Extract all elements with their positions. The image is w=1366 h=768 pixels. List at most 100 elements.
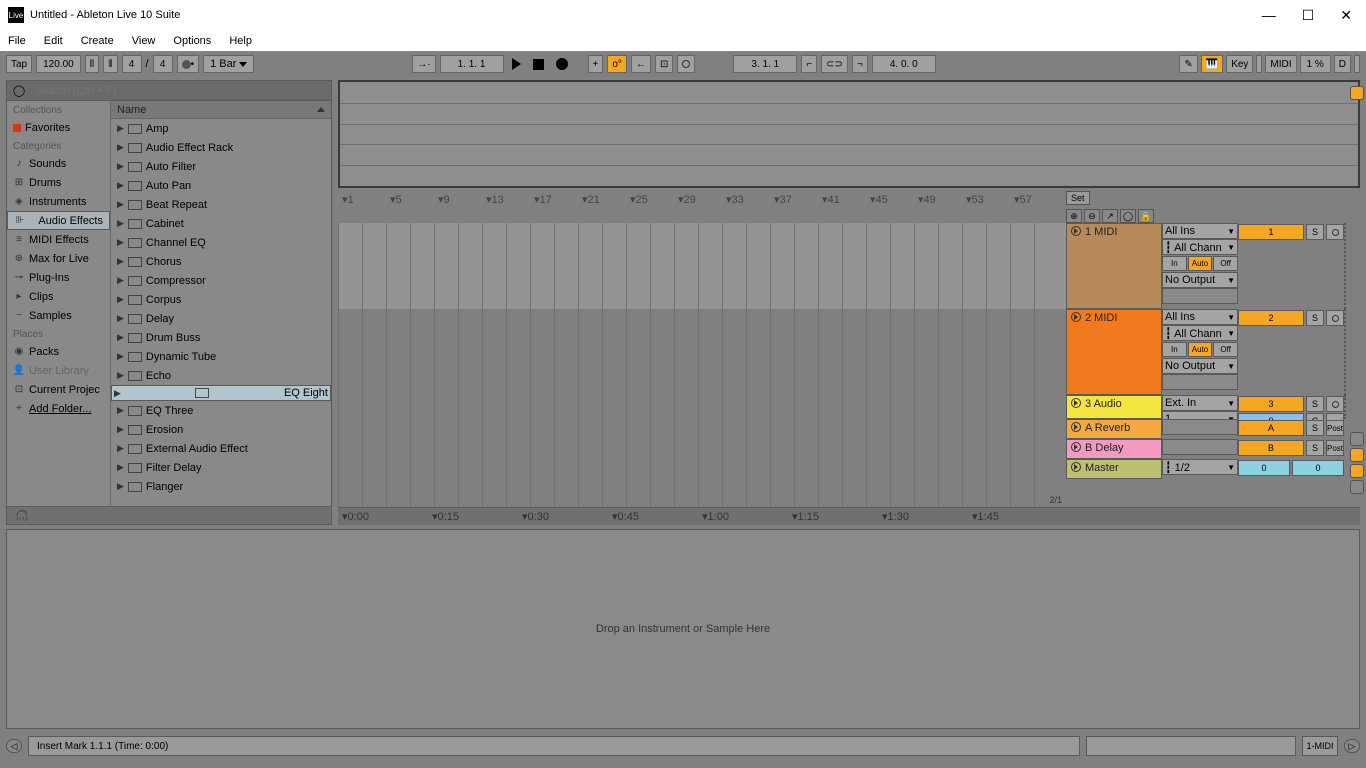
device-row[interactable]: ▶Delay xyxy=(111,309,331,328)
return-solo[interactable]: S xyxy=(1306,440,1324,456)
sidebar-category-plug-ins[interactable]: ⊸Plug-Ins xyxy=(7,268,110,287)
sidebar-category-samples[interactable]: ~Samples xyxy=(7,306,110,325)
sidebar-category-sounds[interactable]: ♪Sounds xyxy=(7,154,110,173)
sidebar-category-midi-effects[interactable]: ≡MIDI Effects xyxy=(7,230,110,249)
record-button[interactable] xyxy=(552,55,572,73)
menu-help[interactable]: Help xyxy=(229,35,252,47)
draw-mode-button[interactable]: ✎ xyxy=(1179,55,1197,73)
device-drop-area[interactable]: Drop an Instrument or Sample Here xyxy=(6,529,1360,729)
track-activator[interactable]: 2 xyxy=(1238,310,1304,326)
monitor-in[interactable]: In xyxy=(1162,342,1187,357)
arm-button[interactable] xyxy=(1326,224,1344,240)
crossfade-section-toggle[interactable] xyxy=(1350,480,1364,494)
menu-file[interactable]: File xyxy=(8,35,26,47)
return-io[interactable] xyxy=(1162,439,1238,455)
track-play-icon[interactable] xyxy=(1071,226,1081,236)
sidebar-place-user-library[interactable]: 👤User Library xyxy=(7,361,110,380)
solo-button[interactable]: S xyxy=(1306,310,1324,326)
device-row[interactable]: ▶Flanger xyxy=(111,477,331,496)
device-row[interactable]: ▶Amp xyxy=(111,119,331,138)
status-back-icon[interactable]: ◁ xyxy=(6,739,22,753)
device-row[interactable]: ▶Auto Pan xyxy=(111,176,331,195)
device-row[interactable]: ▶Auto Filter xyxy=(111,157,331,176)
overdub-button[interactable]: + xyxy=(588,55,604,73)
device-row[interactable]: ▶Compressor xyxy=(111,271,331,290)
monitor-auto[interactable]: Auto xyxy=(1188,342,1213,357)
tempo-field[interactable]: 120.00 xyxy=(36,55,81,73)
device-row[interactable]: ▶Audio Effect Rack xyxy=(111,138,331,157)
loop-length[interactable]: 4. 0. 0 xyxy=(872,55,936,73)
monitor-auto[interactable]: Auto xyxy=(1188,256,1213,271)
search-input[interactable] xyxy=(31,85,331,97)
sidebar-place-packs[interactable]: ◉Packs xyxy=(7,342,110,361)
monitor-in[interactable]: In xyxy=(1162,256,1187,271)
nudge-up-icon[interactable]: ⦀ xyxy=(103,55,117,73)
track-play-icon[interactable] xyxy=(1071,462,1081,472)
tap-tempo-button[interactable]: Tap xyxy=(6,55,32,73)
automation-arm-button[interactable]: o° xyxy=(607,55,627,73)
clip-area[interactable]: 2/1 xyxy=(338,223,1066,507)
maximize-button[interactable]: ☐ xyxy=(1302,7,1315,24)
browser-back-icon[interactable]: ◯ xyxy=(7,84,31,97)
set-locator-button[interactable]: Set xyxy=(1066,191,1090,205)
track-header[interactable]: 3 Audio xyxy=(1066,395,1162,419)
input-type[interactable]: Ext. In▼ xyxy=(1162,395,1238,411)
device-row[interactable]: ▶Echo xyxy=(111,366,331,385)
time-sig-numerator[interactable]: 4 xyxy=(122,55,142,73)
return-io[interactable] xyxy=(1162,419,1238,435)
io-section-toggle[interactable] xyxy=(1350,86,1364,100)
menu-view[interactable]: View xyxy=(132,35,156,47)
return-post[interactable]: Post xyxy=(1326,440,1344,456)
track-activator[interactable]: 3 xyxy=(1238,396,1304,412)
master-send-a[interactable]: 0 xyxy=(1238,460,1290,476)
track-header[interactable]: 2 MIDI xyxy=(1066,309,1162,395)
arrangement-position[interactable]: 1. 1. 1 xyxy=(440,55,504,73)
punch-out-button[interactable]: ¬ xyxy=(852,55,868,73)
arm-button[interactable] xyxy=(1326,396,1344,412)
menu-options[interactable]: Options xyxy=(173,35,211,47)
midi-map-button[interactable]: MIDI xyxy=(1265,55,1296,73)
track-header[interactable]: 1 MIDI xyxy=(1066,223,1162,309)
input-type[interactable]: All Ins▼ xyxy=(1162,309,1238,325)
device-row[interactable]: ▶Filter Delay xyxy=(111,458,331,477)
output-channel[interactable] xyxy=(1162,288,1238,304)
capture-button[interactable]: ⊡ xyxy=(655,55,673,73)
sidebar-category-clips[interactable]: ▸Clips xyxy=(7,287,110,306)
metronome-button[interactable]: • xyxy=(177,55,200,73)
sidebar-category-drums[interactable]: ⊞Drums xyxy=(7,173,110,192)
arm-button[interactable] xyxy=(1326,310,1344,326)
stop-button[interactable] xyxy=(529,55,548,73)
menu-edit[interactable]: Edit xyxy=(44,35,63,47)
master-output[interactable]: ┇ 1/2▼ xyxy=(1162,459,1238,475)
sidebar-category-instruments[interactable]: ◈Instruments xyxy=(7,192,110,211)
device-row[interactable]: ▶Corpus xyxy=(111,290,331,309)
lock-icon[interactable]: 🔒 xyxy=(1138,209,1154,223)
input-channel[interactable]: ┇ All Chann▼ xyxy=(1162,239,1238,255)
return-track-header[interactable]: A Reverb xyxy=(1066,419,1162,439)
monitor-off[interactable]: Off xyxy=(1213,342,1238,357)
nudge-down-icon[interactable]: ⦀ xyxy=(85,55,99,73)
follow-button[interactable]: →· xyxy=(412,55,435,73)
remove-locator-icon[interactable]: ⊖ xyxy=(1084,209,1100,223)
device-row[interactable]: ▶Dynamic Tube xyxy=(111,347,331,366)
track-play-icon[interactable] xyxy=(1071,422,1081,432)
return-solo[interactable]: S xyxy=(1306,420,1324,436)
quantize-menu[interactable]: 1 Bar xyxy=(203,55,254,73)
status-forward-icon[interactable]: ▷ xyxy=(1344,739,1360,753)
add-locator-icon[interactable]: ⊕ xyxy=(1066,209,1082,223)
master-track-header[interactable]: Master xyxy=(1066,459,1162,479)
track-activator[interactable]: 1 xyxy=(1238,224,1304,240)
sidebar-category-max-for-live[interactable]: ⊕Max for Live xyxy=(7,249,110,268)
minimize-button[interactable]: — xyxy=(1262,7,1276,24)
device-row[interactable]: ▶Drum Buss xyxy=(111,328,331,347)
track-play-icon[interactable] xyxy=(1071,442,1081,452)
device-row[interactable]: ▶External Audio Effect xyxy=(111,439,331,458)
time-ruler[interactable]: ▾0:00▾0:15▾0:30▾0:45▾1:00▾1:15▾1:30▾1:45 xyxy=(338,507,1066,525)
punch-in-button[interactable]: ⌐ xyxy=(801,55,817,73)
device-row[interactable]: ▶Cabinet xyxy=(111,214,331,233)
mixer-section-toggle[interactable] xyxy=(1350,464,1364,478)
output-type[interactable]: No Output▼ xyxy=(1162,358,1238,374)
output-type[interactable]: No Output▼ xyxy=(1162,272,1238,288)
return-track-header[interactable]: B Delay xyxy=(1066,439,1162,459)
track-play-icon[interactable] xyxy=(1071,312,1081,322)
